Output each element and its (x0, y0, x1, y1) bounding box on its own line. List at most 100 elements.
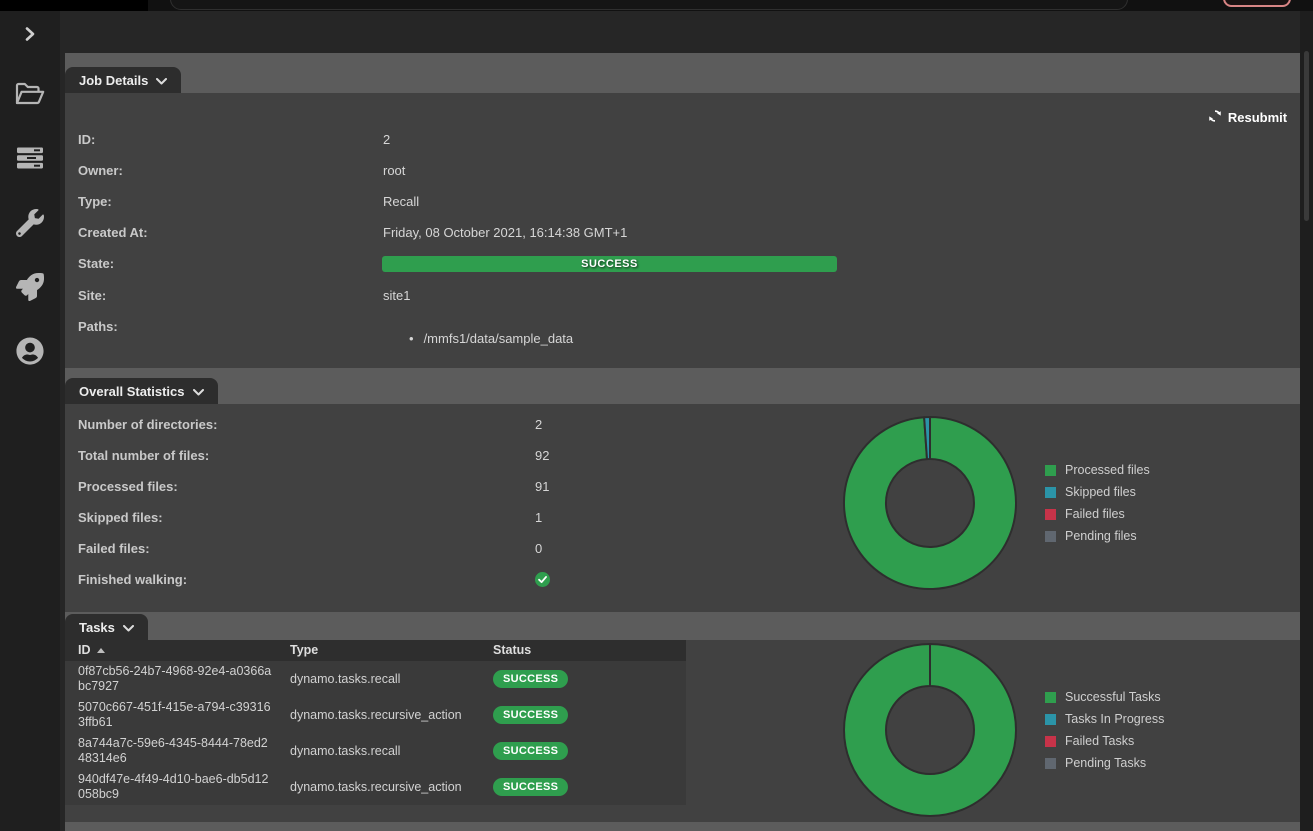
task-type-cell: dynamo.tasks.recursive_action (290, 697, 462, 733)
stat-value: 0 (535, 541, 542, 557)
rocket-icon (16, 273, 44, 301)
stat-value: 91 (535, 479, 549, 495)
field-label: Created At: (78, 225, 148, 241)
chevron-down-icon (123, 620, 134, 635)
donut-slice-successful-tasks (844, 644, 1016, 816)
legend-label: Skipped files (1065, 485, 1136, 499)
bullet-icon: • (409, 331, 414, 346)
scrollbar-thumb[interactable] (1304, 51, 1309, 221)
status-badge: SUCCESS (493, 742, 568, 760)
legend-item[interactable]: Pending Tasks (1045, 752, 1164, 774)
tasks-section: Tasks ID Type Status 0f87cb56-24b7-4968-… (65, 612, 1300, 822)
legend-label: Pending Tasks (1065, 756, 1146, 770)
stat-row: Finished walking: (78, 572, 1280, 588)
stat-label: Number of directories: (78, 417, 217, 433)
field-value: site1 (383, 288, 410, 304)
legend-item[interactable]: Tasks In Progress (1045, 708, 1164, 730)
job-field-row: Created At:Friday, 08 October 2021, 16:1… (78, 225, 1280, 241)
page-scrollbar[interactable] (1300, 11, 1313, 831)
sidebar-item-tools[interactable] (16, 209, 44, 237)
legend-item[interactable]: Failed files (1045, 503, 1150, 525)
legend-swatch (1045, 487, 1056, 498)
legend-swatch (1045, 509, 1056, 520)
field-value: 2 (383, 132, 390, 148)
legend-label: Processed files (1065, 463, 1150, 477)
legend-label: Tasks In Progress (1065, 712, 1164, 726)
tasks-tab-label: Tasks (79, 620, 115, 635)
check-circle-icon (535, 572, 550, 591)
overall-statistics-header-strip: Overall Statistics (65, 368, 1300, 404)
field-label: ID: (78, 132, 95, 148)
legend-item[interactable]: Processed files (1045, 459, 1150, 481)
sidebar-item-files[interactable] (15, 81, 45, 107)
field-label: State: (78, 256, 114, 272)
browser-toolbar-left (0, 0, 148, 11)
browser-toolbar-sliver (0, 0, 1313, 11)
task-type-cell: dynamo.tasks.recall (290, 661, 400, 697)
field-label: Site: (78, 288, 106, 304)
job-details-tab-label: Job Details (79, 73, 148, 88)
stat-label: Processed files: (78, 479, 178, 495)
chevron-down-icon (193, 384, 204, 399)
job-field-row: State:SUCCESS (78, 256, 1280, 272)
task-id-cell: 8a744a7c-59e6-4345-8444-78ed248314e6 (78, 736, 274, 766)
field-label: Paths: (78, 319, 118, 335)
files-chart-legend: Processed files Skipped files Failed files… (1045, 459, 1150, 547)
stat-value: 1 (535, 510, 542, 526)
legend-item[interactable]: Failed Tasks (1045, 730, 1164, 752)
sidebar-expand-button[interactable] (22, 26, 38, 42)
stat-label: Failed files: (78, 541, 150, 557)
table-row[interactable]: 940df47e-4f49-4d10-bae6-db5d12058bc9 dyna… (65, 769, 686, 805)
job-details-section: Job Details ID:2Owner:rootType:RecallCre… (65, 53, 1300, 368)
sort-ascending-icon (97, 648, 105, 653)
overall-statistics-body: Number of directories:2Total number of f… (65, 404, 1300, 612)
job-field-row: ID: 2 (78, 132, 1280, 148)
column-header-status[interactable]: Status (493, 640, 531, 661)
tasks-tab[interactable]: Tasks (65, 614, 148, 640)
job-details-tab[interactable]: Job Details (65, 67, 181, 93)
task-type-cell: dynamo.tasks.recall (290, 733, 400, 769)
overall-statistics-tab[interactable]: Overall Statistics (65, 378, 218, 404)
resubmit-button[interactable]: Resubmit (1201, 103, 1294, 131)
sidebar-item-queues[interactable] (16, 147, 44, 169)
sidebar-nav (0, 11, 60, 831)
status-badge: SUCCESS (493, 778, 568, 796)
table-row[interactable]: 5070c667-451f-415e-a794-c393163ffb61dyna… (65, 697, 686, 733)
legend-item[interactable]: Pending files (1045, 525, 1150, 547)
legend-swatch (1045, 465, 1056, 476)
tasks-header-strip: Tasks (65, 612, 1300, 640)
legend-item[interactable]: Successful Tasks (1045, 686, 1164, 708)
folder-open-icon (15, 81, 45, 107)
task-type-cell: dynamo.tasks.recursive_action (290, 769, 462, 805)
legend-label: Failed Tasks (1065, 734, 1134, 748)
resubmit-label: Resubmit (1228, 110, 1287, 125)
record-button[interactable] (1223, 0, 1291, 7)
task-id-cell: 940df47e-4f49-4d10-bae6-db5d12058bc9 (78, 772, 274, 802)
table-row[interactable]: 0f87cb56-24b7-4968-92e4-a0366abc7927dyna… (65, 661, 686, 697)
legend-label: Pending files (1065, 529, 1137, 543)
files-donut-chart (840, 413, 1020, 593)
table-row[interactable]: 8a744a7c-59e6-4345-8444-78ed248314e6 dyna… (65, 733, 686, 769)
overall-statistics-tab-label: Overall Statistics (79, 384, 185, 399)
legend-label: Successful Tasks (1065, 690, 1161, 704)
stat-row: Number of directories: 2 (78, 417, 1280, 433)
tasks-table-header: ID Type Status (65, 640, 686, 661)
next-section-header-strip (65, 822, 1300, 831)
job-field-row: Type:Recall (78, 194, 1280, 210)
url-bar[interactable] (170, 0, 1128, 10)
tasks-table: ID Type Status 0f87cb56-24b7-4968-92e4-a… (65, 640, 686, 805)
sidebar-item-account[interactable] (16, 337, 44, 365)
field-value: root (383, 163, 405, 179)
stat-value: 2 (535, 417, 542, 433)
legend-swatch (1045, 692, 1056, 703)
column-header-type[interactable]: Type (290, 640, 318, 661)
status-badge: SUCCESS (493, 670, 568, 688)
column-header-id[interactable]: ID (78, 640, 105, 661)
path-value: /mmfs1/data/sample_data (424, 331, 574, 346)
chevron-right-icon (22, 26, 38, 42)
legend-label: Failed files (1065, 507, 1125, 521)
legend-item[interactable]: Skipped files (1045, 481, 1150, 503)
sidebar-item-jobs[interactable] (16, 273, 44, 301)
refresh-icon (1208, 109, 1222, 126)
tasks-body: ID Type Status 0f87cb56-24b7-4968-92e4-a… (65, 640, 1300, 822)
